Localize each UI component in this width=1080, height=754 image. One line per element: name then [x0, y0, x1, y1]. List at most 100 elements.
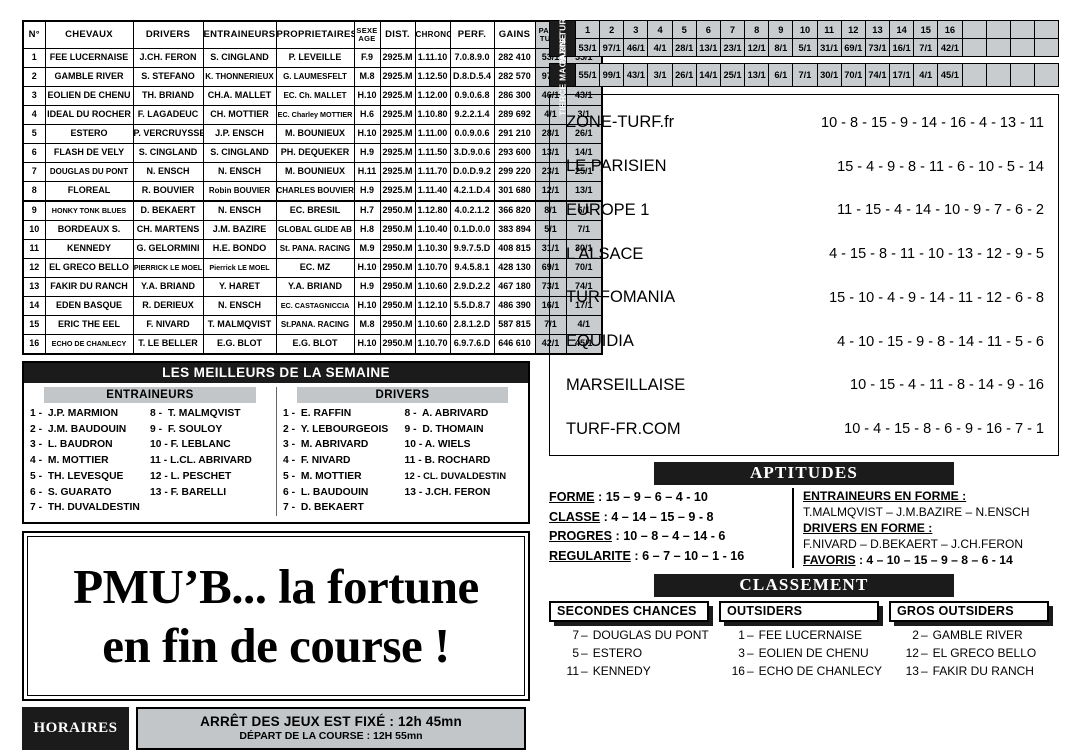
cell-chrono: 1.11.00 — [414, 124, 451, 144]
cell-sex-age: H.9 — [353, 143, 381, 163]
odds-column — [1009, 21, 1034, 56]
th-distance: DIST. — [379, 20, 416, 49]
aptitudes-title: APTITUDES — [654, 462, 954, 485]
aptitude-forme: FORME : 15 – 9 – 6 – 4 - 10 — [549, 490, 708, 504]
cell-distance: 2950.M — [379, 220, 416, 240]
horse-number-cell: 15 — [914, 21, 938, 39]
table-row: 9 HONKY TONK BLUES D. BEKAERT N. ENSCH E… — [22, 200, 603, 221]
tierce-odds-cell: 4/1 — [919, 70, 933, 80]
cell-sex-age: M.8 — [353, 67, 381, 87]
tierce-odds-cell: 26/1 — [675, 70, 694, 80]
cell-perf: 2.9.D.2.2 — [449, 277, 495, 297]
cell-number: 15 — [22, 315, 46, 335]
cell-gains: 286 300 — [493, 86, 536, 106]
odds-column: 99/1 — [599, 64, 624, 86]
odds-column: 74/1 — [864, 64, 890, 86]
cell-sex-age: H.10 — [353, 296, 381, 316]
cell-trainer: N. ENSCH — [202, 162, 277, 182]
cell-chrono: 1.10.70 — [414, 258, 451, 278]
cell-gains: 428 130 — [493, 258, 536, 278]
cell-chrono: 1.10.80 — [414, 105, 451, 125]
table-row: 3 EOLIEN DE CHENU TH. BRIAND CH.A. MALLE… — [22, 86, 603, 106]
runners-table-body: 1 FEE LUCERNAISE J.CH. FERON S. CINGLAND… — [22, 48, 603, 355]
th-perf: PERF. — [449, 20, 495, 49]
horse-number-cell: 7 — [720, 21, 745, 39]
paris-turf-odds-cell — [1011, 39, 1034, 56]
press-row: LE PARISIEN 15 - 4 - 9 - 8 - 11 - 6 - 10… — [550, 157, 1058, 176]
cell-chrono: 1.11.40 — [414, 181, 451, 202]
odds-column: 9 8/1 — [768, 21, 793, 56]
list-item: 12 - L. PESCHET — [150, 470, 232, 482]
cell-sex-age: M.8 — [353, 315, 381, 335]
odds-column: 17/1 — [889, 64, 914, 86]
paris-turf-odds-cell: 16/1 — [892, 42, 911, 53]
press-selection: 10 - 15 - 4 - 11 - 8 - 14 - 9 - 16 — [850, 377, 1044, 394]
odds-column: 14/1 — [695, 64, 720, 86]
cell-horse: DOUGLAS DU PONT — [44, 162, 134, 182]
cell-number: 10 — [22, 220, 46, 240]
odds-column: 4 4/1 — [647, 21, 672, 56]
cell-number: 16 — [22, 334, 46, 355]
press-selection: 4 - 15 - 8 - 11 - 10 - 13 - 12 - 9 - 5 — [829, 246, 1044, 263]
cell-driver: T. LE BELLER — [132, 334, 204, 355]
odds-column: 6 13/1 — [695, 21, 720, 56]
list-item: 11 - L.CL. ABRIVARD — [150, 455, 252, 467]
list-item: 7– DOUGLAS DU PONT — [572, 628, 709, 642]
cell-distance: 2925.M — [379, 181, 416, 202]
cell-sex-age: H.10 — [353, 334, 381, 355]
paris-turf-odds-cell: 42/1 — [940, 42, 959, 53]
table-row: 15 ERIC THE EEL F. NIVARD T. MALMQVIST S… — [22, 315, 603, 335]
tierce-cells: 55/1 99/1 43/1 3/1 26/1 14/1 25/1 13/1 6/1 7/1 30/… — [575, 64, 1059, 86]
cell-gains: 282 410 — [493, 48, 536, 68]
press-source: L'ALSACE — [566, 244, 644, 263]
horse-number-cell: 2 — [600, 21, 624, 39]
right-column: PARIS TURF 1 53/1 2 97/1 3 46/1 4 4/1 5 28/1 6 13/1… — [549, 12, 1059, 680]
tierce-odds-cell — [1011, 64, 1034, 86]
press-source: MARSEILLAISE — [566, 375, 686, 394]
cell-distance: 2950.M — [379, 334, 416, 355]
cell-horse: FEE LUCERNAISE — [44, 48, 134, 68]
odds-column: 8 12/1 — [744, 21, 769, 56]
cell-number: 2 — [22, 67, 46, 87]
cell-owner: P. LEVEILLE — [275, 48, 355, 68]
list-item: 12 - CL. DUVALDESTIN — [404, 470, 507, 481]
big-outsiders-heading: GROS OUTSIDERS — [888, 601, 1049, 622]
cell-perf: 2.8.1.2.D — [449, 315, 495, 335]
aptitudes-right: ENTRAINEURS EN FORME : T.MALMQVIST – J.M… — [792, 488, 1059, 568]
horse-number-cell: 11 — [817, 21, 841, 39]
cell-chrono: 1.10.40 — [414, 220, 451, 240]
cell-number: 12 — [22, 258, 46, 278]
cell-distance: 2950.M — [379, 296, 416, 316]
cell-distance: 2925.M — [379, 86, 416, 106]
list-item: 4 - M. MOTTIER — [30, 455, 109, 467]
paris-turf-odds-cell: 46/1 — [626, 42, 645, 53]
th-number: N° — [22, 20, 46, 49]
outsiders-column: OUTSIDERS 1– FEE LUCERNAISE 3– EOLIEN DE C… — [718, 601, 889, 680]
odds-column: 6/1 — [768, 64, 793, 86]
race-start-time: DÉPART DE LA COURSE : 12H 55mn — [239, 729, 423, 742]
cell-trainer: CH.A. MALLET — [202, 86, 277, 106]
list-item: 7 - D. BEKAERT — [283, 502, 364, 514]
best-trainers-section: ENTRAINEURS 1 - J.P. MARMION 2 - J.M. BA… — [24, 387, 276, 516]
cell-distance: 2925.M — [379, 124, 416, 144]
schedule-row: HORAIRES ARRÊT DES JEUX EST FIXÉ : 12h 4… — [22, 706, 526, 750]
odds-column: 12 69/1 — [840, 21, 865, 56]
odds-column: 16 42/1 — [937, 21, 962, 56]
cell-trainer: S. CINGLAND — [202, 143, 277, 163]
paris-turf-odds-cell: 23/1 — [723, 42, 742, 53]
table-row: 1 FEE LUCERNAISE J.CH. FERON S. CINGLAND… — [22, 48, 603, 68]
cell-gains: 301 680 — [493, 181, 536, 202]
cell-chrono: 1.10.60 — [414, 315, 451, 335]
list-item: 10 - A. WIELS — [404, 439, 471, 451]
list-item: 7 - TH. DUVALDESTIN — [30, 502, 140, 514]
paris-turf-odds-cell: 4/1 — [653, 42, 667, 53]
cell-sex-age: H.10 — [353, 86, 381, 106]
press-row: EQUIDIA 4 - 10 - 15 - 9 - 8 - 14 - 11 - … — [550, 332, 1058, 351]
list-item: 2 - J.M. BAUDOUIN — [30, 423, 127, 435]
cell-distance: 2950.M — [379, 315, 416, 335]
cell-driver: G. GELORMINI — [132, 239, 204, 259]
cell-gains: 289 692 — [493, 105, 536, 125]
cell-owner: Y.A. BRIAND — [275, 277, 355, 297]
cell-driver: R. DERIEUX — [132, 296, 204, 316]
tierce-odds-grid: TIERCE MAGAZINE 55/1 99/1 43/1 3/1 26/1 14/1 2… — [549, 34, 1059, 116]
